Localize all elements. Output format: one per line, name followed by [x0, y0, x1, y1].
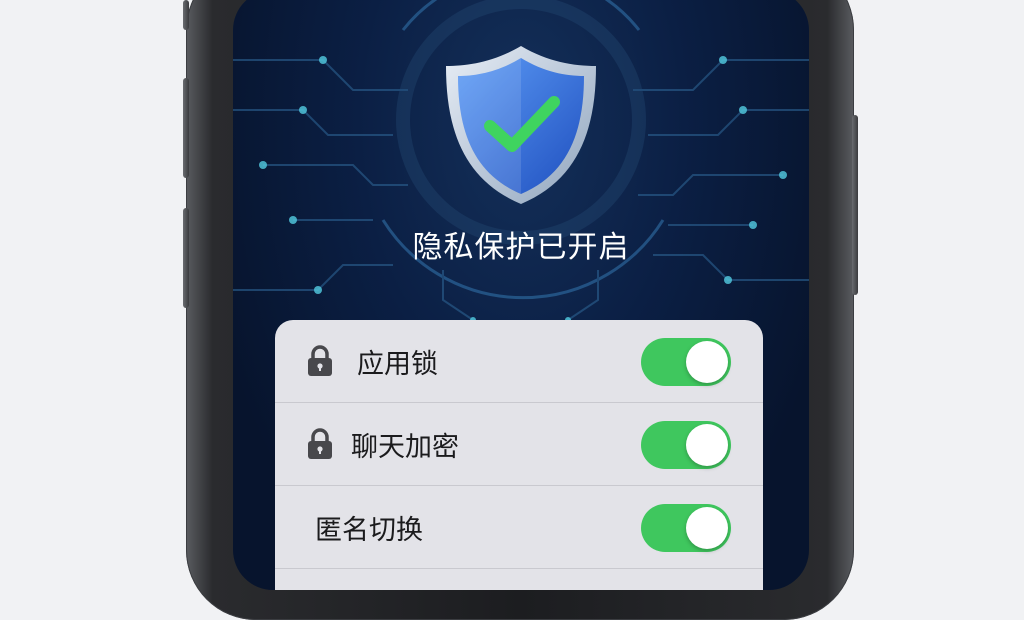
anonymous-switch-toggle[interactable]	[641, 504, 731, 552]
row-divider	[275, 568, 763, 569]
toggle-knob	[686, 507, 728, 549]
phone-side-button	[183, 78, 189, 178]
toggle-knob	[686, 424, 728, 466]
setting-row-chat-encryption: 聊天加密	[275, 403, 763, 486]
shield-check-icon	[446, 46, 596, 204]
setting-row-app-lock: 应用锁	[275, 320, 763, 403]
setting-label-chat-encryption: 聊天加密	[351, 432, 459, 463]
setting-row-anonymous-switch: 匿名切换	[275, 486, 763, 569]
toggle-knob	[686, 341, 728, 383]
settings-panel: 应用锁 聊天加密 匿名切换	[275, 320, 763, 590]
phone-side-button	[852, 115, 858, 295]
app-lock-toggle[interactable]	[641, 338, 731, 386]
phone-side-button	[183, 0, 189, 30]
lock-icon	[308, 345, 332, 376]
privacy-status-title: 隐私保护已开启	[412, 230, 630, 265]
chat-encryption-toggle[interactable]	[641, 421, 731, 469]
phone-screen: 隐私保护已开启 应用锁 聊天加密 匿名切换	[233, 0, 809, 590]
setting-label-anonymous-switch: 匿名切换	[315, 515, 423, 546]
phone-side-button	[183, 208, 189, 308]
setting-label-app-lock: 应用锁	[357, 349, 438, 380]
lock-icon	[308, 428, 332, 459]
